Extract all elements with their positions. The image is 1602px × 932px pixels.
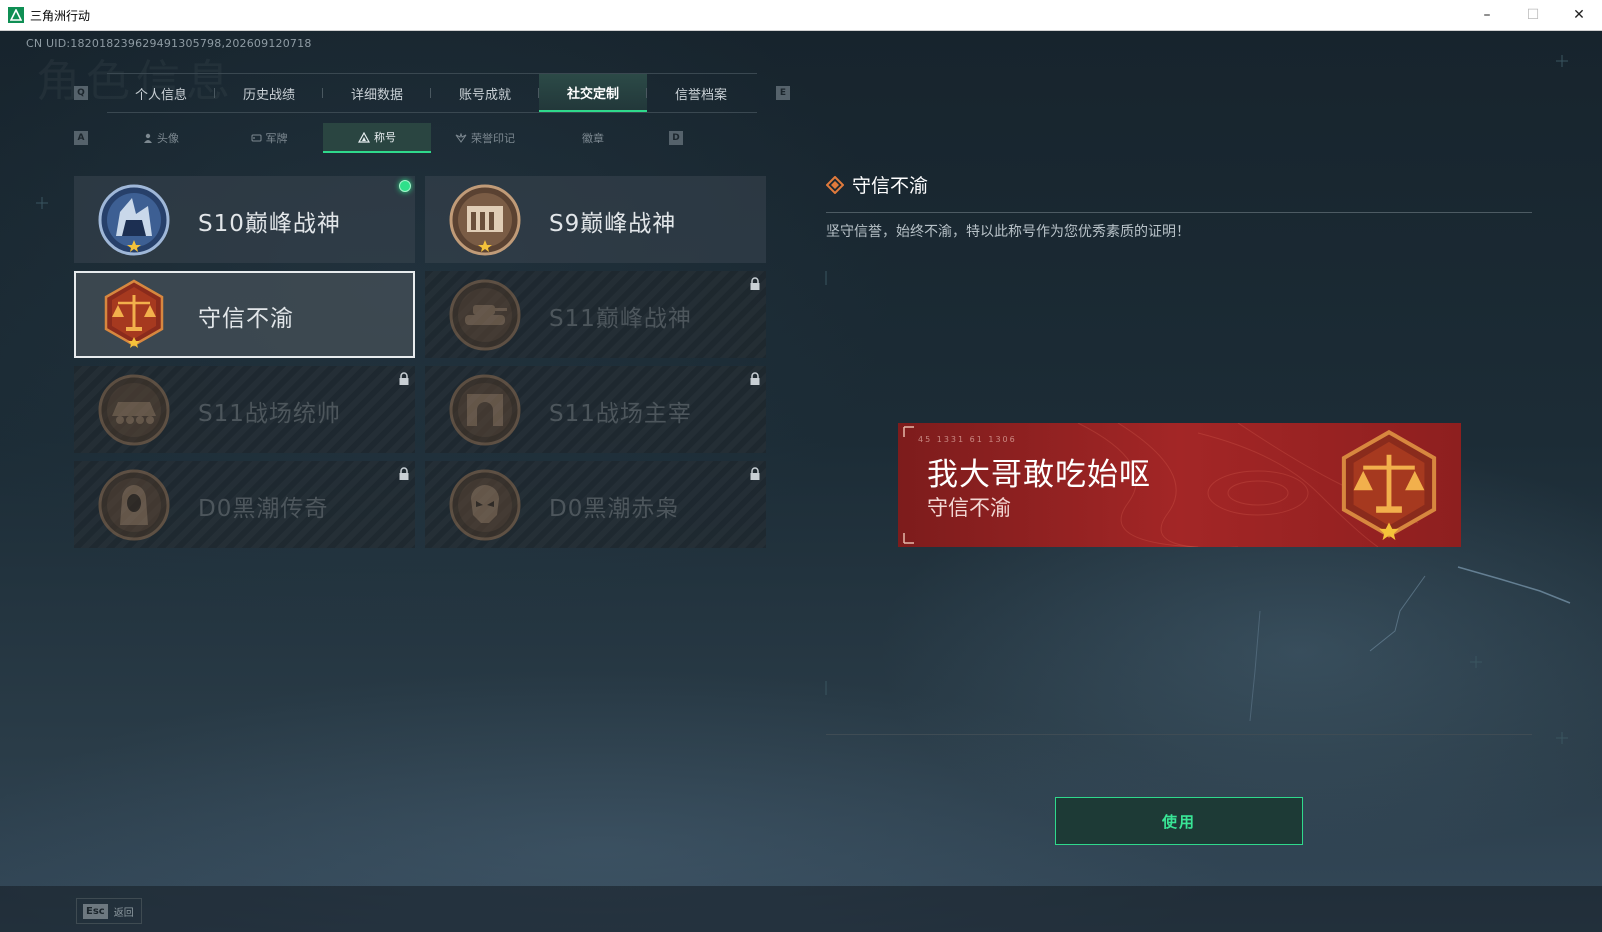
tag-icon xyxy=(251,134,261,142)
use-button[interactable]: 使用 xyxy=(1055,797,1303,845)
title-name: D0黑潮传奇 xyxy=(198,496,329,522)
wing-icon xyxy=(455,133,467,143)
title-name: S10巅峰战神 xyxy=(198,211,341,237)
game-viewport: 角色信息 CN UID:182018239629491305798,202609… xyxy=(0,31,1602,932)
maximize-button[interactable]: ☐ xyxy=(1510,0,1556,30)
lock-icon xyxy=(750,467,760,480)
detail-title: 守信不渝 xyxy=(826,171,928,198)
title-card-keep-faith[interactable]: 守信不渝 xyxy=(74,271,415,358)
title-card-s9[interactable]: S9巅峰战神 xyxy=(425,176,766,263)
detail-description: 坚守信誉，始终不渝，特以此称号作为您优秀素质的证明！ xyxy=(826,224,1190,240)
tab-social-customization[interactable]: 社交定制 xyxy=(539,74,647,112)
apc-badge-icon xyxy=(98,374,170,446)
back-button[interactable]: Esc 返回 xyxy=(76,898,142,924)
detail-title-text: 守信不渝 xyxy=(852,175,929,197)
subtab-label: 荣誉印记 xyxy=(471,132,515,145)
app-logo-icon xyxy=(8,7,24,23)
next-subtab-key-hint[interactable]: D xyxy=(669,131,683,145)
next-tab-key-hint[interactable]: E xyxy=(776,86,790,100)
title-banner-preview: 45 1331 61 1306 我大哥敢吃始呕 守信不渝 xyxy=(898,423,1461,547)
title-name: S11巅峰战神 xyxy=(549,306,692,332)
main-tabs: 个人信息 历史战绩 详细数据 账号成就 社交定制 信誉档案 xyxy=(107,73,757,113)
title-card-s11-peak[interactable]: S11巅峰战神 xyxy=(425,271,766,358)
title-card-d0-legend[interactable]: D0黑潮传奇 xyxy=(74,461,415,548)
subtab-badge[interactable]: 徽章 xyxy=(539,123,647,153)
minimize-button[interactable]: – xyxy=(1464,0,1510,30)
back-label: 返回 xyxy=(113,907,134,919)
tank-badge-icon xyxy=(449,279,521,351)
subtab-label: 称号 xyxy=(374,131,396,144)
title-name: S9巅峰战神 xyxy=(549,211,677,237)
player-uid: CN UID:182018239629491305798,20260912071… xyxy=(26,37,312,50)
sub-tabs: 头像 军牌 称号 荣誉印记 徽章 xyxy=(107,123,651,153)
tab-personal-info[interactable]: 个人信息 xyxy=(107,74,215,112)
fortress-badge-icon xyxy=(98,184,170,256)
scales-emblem-icon xyxy=(1341,429,1437,541)
lock-icon xyxy=(750,372,760,385)
arch-badge-icon xyxy=(449,374,521,446)
tab-match-history[interactable]: 历史战绩 xyxy=(215,74,323,112)
title-name: S11战场统帅 xyxy=(198,401,341,427)
title-name: S11战场主宰 xyxy=(549,401,692,427)
subtab-title[interactable]: 称号 xyxy=(323,123,431,153)
hooded-figure-badge-icon xyxy=(98,469,170,541)
lock-icon xyxy=(399,372,409,385)
subtab-label: 徽章 xyxy=(582,132,604,145)
tab-achievements[interactable]: 账号成就 xyxy=(431,74,539,112)
diamond-icon xyxy=(826,175,844,194)
subtab-dogtag[interactable]: 军牌 xyxy=(215,123,323,153)
close-button[interactable]: ✕ xyxy=(1556,0,1602,30)
window-titlebar: 三角洲行动 – ☐ ✕ xyxy=(0,0,1602,31)
subtab-label: 头像 xyxy=(157,132,179,145)
lock-icon xyxy=(750,277,760,290)
tab-detailed-data[interactable]: 详细数据 xyxy=(323,74,431,112)
banner-title: 守信不渝 xyxy=(927,496,1011,520)
detail-divider xyxy=(826,212,1532,213)
scales-badge-icon xyxy=(104,279,164,348)
skull-mask-badge-icon xyxy=(449,469,521,541)
prev-tab-key-hint[interactable]: Q xyxy=(74,86,88,100)
prev-subtab-key-hint[interactable]: A xyxy=(74,131,88,145)
detail-frame-divider xyxy=(826,734,1532,735)
title-card-s11-ruler[interactable]: S11战场主宰 xyxy=(425,366,766,453)
window-title: 三角洲行动 xyxy=(30,8,91,23)
triangle-icon xyxy=(358,131,370,143)
equipped-indicator xyxy=(399,180,411,192)
lock-icon xyxy=(399,467,409,480)
banner-player-name: 我大哥敢吃始呕 xyxy=(927,457,1151,493)
esc-key-hint: Esc xyxy=(83,903,108,919)
ruins-badge-icon xyxy=(449,184,521,256)
title-card-s11-commander[interactable]: S11战场统帅 xyxy=(74,366,415,453)
subtab-honor-mark[interactable]: 荣誉印记 xyxy=(431,123,539,153)
title-name: 守信不渝 xyxy=(198,306,294,332)
subtab-label: 军牌 xyxy=(265,132,288,145)
bottom-bar xyxy=(0,886,1602,932)
title-name: D0黑潮赤枭 xyxy=(549,496,680,522)
subtab-avatar[interactable]: 头像 xyxy=(107,123,215,153)
tab-credit-record[interactable]: 信誉档案 xyxy=(647,74,755,112)
title-card-d0-red-owl[interactable]: D0黑潮赤枭 xyxy=(425,461,766,548)
banner-code: 45 1331 61 1306 xyxy=(918,435,1017,444)
title-card-s10[interactable]: S10巅峰战神 xyxy=(74,176,415,263)
user-icon xyxy=(144,133,152,143)
